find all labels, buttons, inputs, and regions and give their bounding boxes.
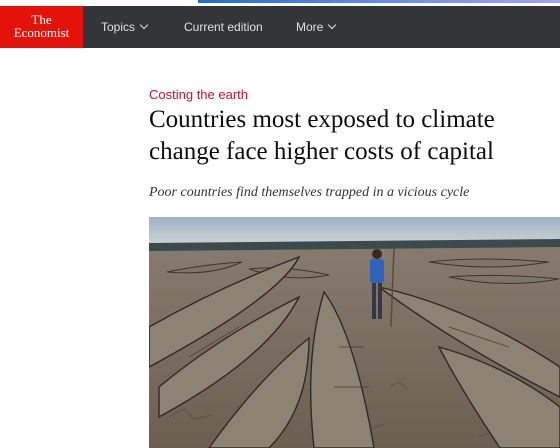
hero-image bbox=[149, 217, 560, 448]
nav-current-edition-link[interactable]: Current edition bbox=[184, 6, 263, 48]
article-subheadline: Poor countries find themselves trapped i… bbox=[149, 185, 470, 200]
article-section-kicker[interactable]: Costing the earth bbox=[149, 87, 248, 102]
top-accent-strip bbox=[0, 0, 560, 4]
logo-line-2: Economist bbox=[13, 25, 70, 40]
nav-current-edition-label: Current edition bbox=[184, 20, 263, 34]
chevron-down-icon bbox=[328, 20, 337, 30]
article-headline: Countries most exposed to climate change… bbox=[149, 106, 495, 165]
chevron-down-icon bbox=[139, 20, 149, 30]
hero-image-boats-on-dry-lakebed bbox=[149, 217, 560, 448]
nav-topics-menu[interactable]: Topics bbox=[101, 6, 149, 48]
nav-more-label: More bbox=[296, 20, 324, 34]
scroll-progress-bar bbox=[198, 0, 560, 3]
nav-more-menu[interactable]: More bbox=[296, 6, 337, 48]
top-navigation-bar: The Economist Topics Current edition Mor… bbox=[0, 6, 560, 48]
economist-logo[interactable]: The Economist bbox=[0, 6, 83, 48]
nav-topics-label: Topics bbox=[101, 20, 136, 34]
